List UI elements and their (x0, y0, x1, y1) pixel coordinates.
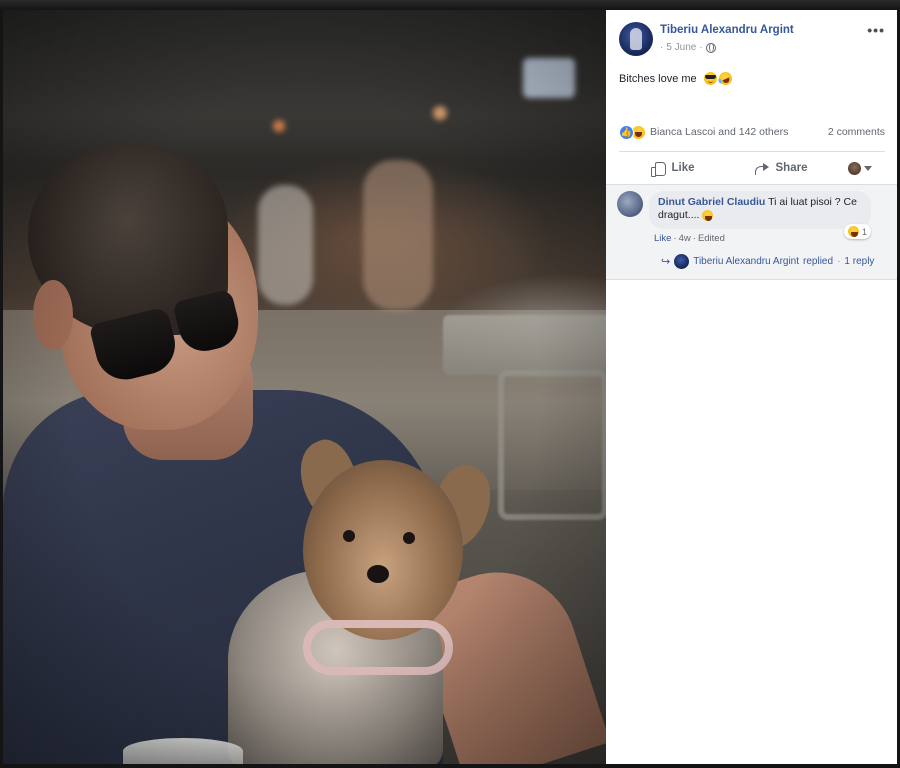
reaction-identity-selector[interactable] (835, 161, 885, 175)
comment-edited[interactable]: Edited (698, 233, 725, 244)
share-button-label: Share (775, 162, 808, 174)
globe-icon[interactable] (705, 42, 716, 53)
comment-meta: Like · 4w · Edited (654, 233, 725, 244)
more-options-icon[interactable]: ••• (867, 22, 885, 38)
comment-like-link[interactable]: Like (654, 233, 671, 244)
comments-area: Dinut Gabriel Claudiu Ti ai luat pisoi ?… (606, 184, 897, 280)
viewer-avatar (848, 161, 861, 175)
reply-separator: · (837, 256, 841, 267)
post-text: Bitches love me (619, 69, 734, 88)
post-text-content: Bitches love me (619, 72, 697, 85)
post-header: Tiberiu Alexandru Argint · 5 June · ••• (606, 10, 897, 70)
view-replies-link[interactable]: ↪ Tiberiu Alexandru Argint replied · 1 r… (661, 254, 874, 269)
reply-count: 1 reply (844, 256, 875, 267)
like-reaction-icon[interactable]: 👍 (619, 124, 634, 140)
post-side-panel: Tiberiu Alexandru Argint · 5 June · ••• … (606, 10, 897, 764)
comment-author[interactable]: Dinut Gabriel Claudiu (658, 196, 765, 208)
reply-author-avatar (674, 254, 690, 269)
author-name[interactable]: Tiberiu Alexandru Argint (660, 24, 794, 36)
comment-meta-separator: · (692, 233, 696, 244)
haha-reaction-icon (848, 226, 859, 237)
reply-arrow-icon: ↪ (661, 256, 671, 268)
comment-age[interactable]: 4w (679, 233, 691, 244)
divider (619, 151, 885, 152)
comment-reaction-count: 1 (862, 226, 868, 237)
sunglasses-emoji-icon (703, 72, 717, 85)
comment-reaction-badge[interactable]: 1 (844, 224, 872, 239)
post-actions: Like Share (619, 154, 885, 182)
window-frame-bottom (0, 764, 900, 768)
thumbs-up-icon (651, 161, 667, 177)
comment-bubble: Dinut Gabriel Claudiu Ti ai luat pisoi ?… (649, 191, 871, 229)
chevron-down-icon (864, 165, 872, 171)
reply-verb: replied (803, 256, 834, 267)
post-meta-separator: · (699, 42, 703, 53)
commenter-avatar[interactable] (617, 191, 643, 217)
photo-vignette (3, 10, 606, 764)
haha-emoji-icon (702, 209, 714, 221)
share-arrow-icon (754, 162, 770, 175)
share-button[interactable]: Share (727, 162, 835, 175)
reply-author: Tiberiu Alexandru Argint (693, 256, 800, 267)
author-avatar[interactable] (619, 22, 653, 56)
like-button-label: Like (671, 162, 695, 174)
rofl-emoji-icon (716, 69, 734, 88)
comment-meta-separator: · (673, 233, 677, 244)
comments-count[interactable]: 2 comments (828, 126, 885, 138)
reactions-row: 👍 Bianca Lascoi and 142 others 2 comment… (619, 124, 885, 140)
post-meta: · 5 June · (660, 42, 716, 53)
post-photo[interactable] (3, 10, 606, 764)
reactors-summary[interactable]: Bianca Lascoi and 142 others (650, 126, 788, 138)
like-button[interactable]: Like (619, 161, 727, 177)
window-frame-top (0, 0, 900, 10)
post-date[interactable]: 5 June (666, 42, 696, 53)
post-date-separator: · (660, 42, 664, 53)
